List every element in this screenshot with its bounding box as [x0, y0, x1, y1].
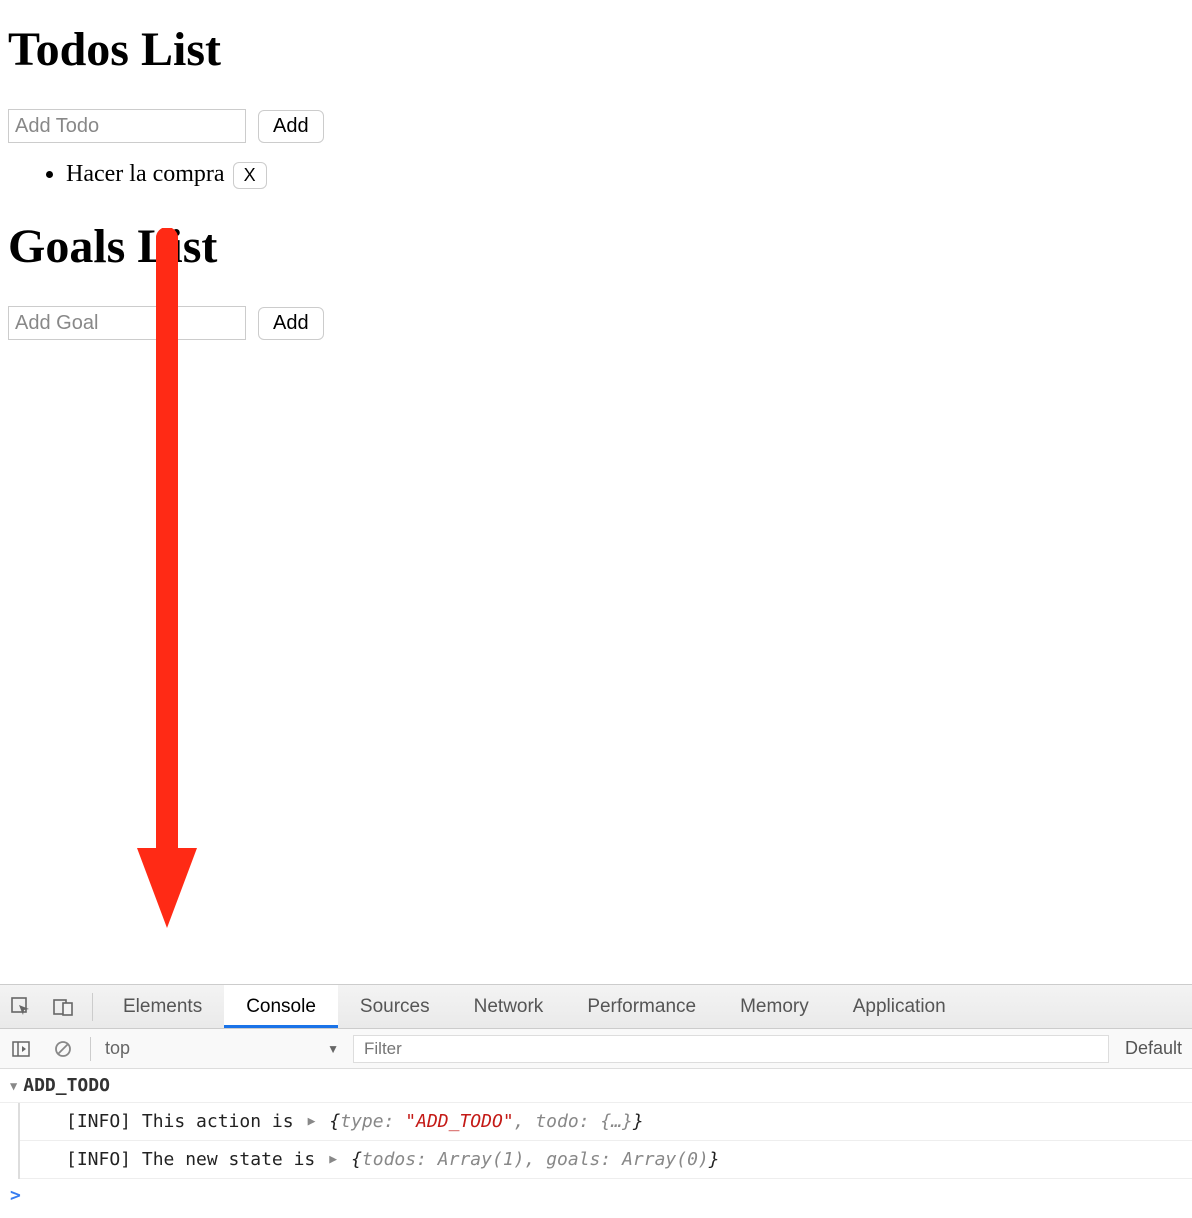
- divider: [92, 993, 93, 1021]
- tab-application[interactable]: Application: [831, 985, 968, 1028]
- chevron-down-icon: ▼: [327, 1042, 339, 1056]
- log-level-select[interactable]: Default: [1115, 1038, 1192, 1059]
- triangle-down-icon: ▼: [10, 1079, 17, 1093]
- device-toolbar-icon[interactable]: [46, 990, 80, 1024]
- devtools-tab-row: Elements Console Sources Network Perform…: [0, 985, 1192, 1029]
- console-group-header[interactable]: ▼ ADD_TODO: [0, 1069, 1192, 1103]
- console-log-line: [INFO] The new state is ▶ {todos: Array(…: [20, 1141, 1192, 1179]
- todo-item-text: Hacer la compra: [66, 161, 225, 187]
- goals-heading: Goals List: [8, 219, 1184, 274]
- todo-item: Hacer la compra X: [66, 161, 1184, 189]
- console-sidebar-toggle-icon[interactable]: [4, 1032, 38, 1066]
- todos-heading: Todos List: [8, 22, 1184, 77]
- add-todo-input[interactable]: [8, 109, 246, 143]
- tab-elements[interactable]: Elements: [101, 985, 224, 1028]
- divider: [90, 1037, 91, 1061]
- tab-performance[interactable]: Performance: [565, 985, 718, 1028]
- tab-memory[interactable]: Memory: [718, 985, 831, 1028]
- console-group-title: ADD_TODO: [23, 1075, 110, 1096]
- inspect-element-icon[interactable]: [4, 990, 38, 1024]
- tab-console[interactable]: Console: [224, 985, 338, 1028]
- triangle-right-icon[interactable]: ▶: [308, 1114, 316, 1129]
- console-filter-input[interactable]: [353, 1035, 1109, 1063]
- add-todo-button[interactable]: Add: [258, 110, 324, 143]
- execution-context-value: top: [105, 1038, 130, 1059]
- console-log-prefix: [INFO] The new state is: [66, 1149, 315, 1170]
- console-output: ▼ ADD_TODO [INFO] This action is ▶ {type…: [0, 1069, 1192, 1218]
- tab-network[interactable]: Network: [452, 985, 566, 1028]
- console-input-prompt[interactable]: >: [0, 1179, 1192, 1212]
- console-group-body: [INFO] This action is ▶ {type: "ADD_TODO…: [18, 1103, 1192, 1179]
- execution-context-select[interactable]: top ▼: [97, 1038, 347, 1059]
- devtools-console-toolbar: top ▼ Default: [0, 1029, 1192, 1069]
- add-goal-button[interactable]: Add: [258, 307, 324, 340]
- delete-todo-button[interactable]: X: [233, 162, 267, 189]
- console-log-object[interactable]: {todos: Array(1), goals: Array(0)}: [351, 1149, 720, 1170]
- devtools-panel: Elements Console Sources Network Perform…: [0, 984, 1192, 1218]
- console-log-object[interactable]: {type: "ADD_TODO", todo: {…}}: [329, 1111, 643, 1132]
- add-goal-input[interactable]: [8, 306, 246, 340]
- tab-sources[interactable]: Sources: [338, 985, 452, 1028]
- triangle-right-icon[interactable]: ▶: [329, 1152, 337, 1167]
- console-log-line: [INFO] This action is ▶ {type: "ADD_TODO…: [20, 1103, 1192, 1141]
- console-log-prefix: [INFO] This action is: [66, 1111, 294, 1132]
- todos-input-row: Add: [8, 109, 1184, 143]
- goals-input-row: Add: [8, 306, 1184, 340]
- todos-list: Hacer la compra X: [8, 161, 1184, 189]
- clear-console-icon[interactable]: [46, 1032, 80, 1066]
